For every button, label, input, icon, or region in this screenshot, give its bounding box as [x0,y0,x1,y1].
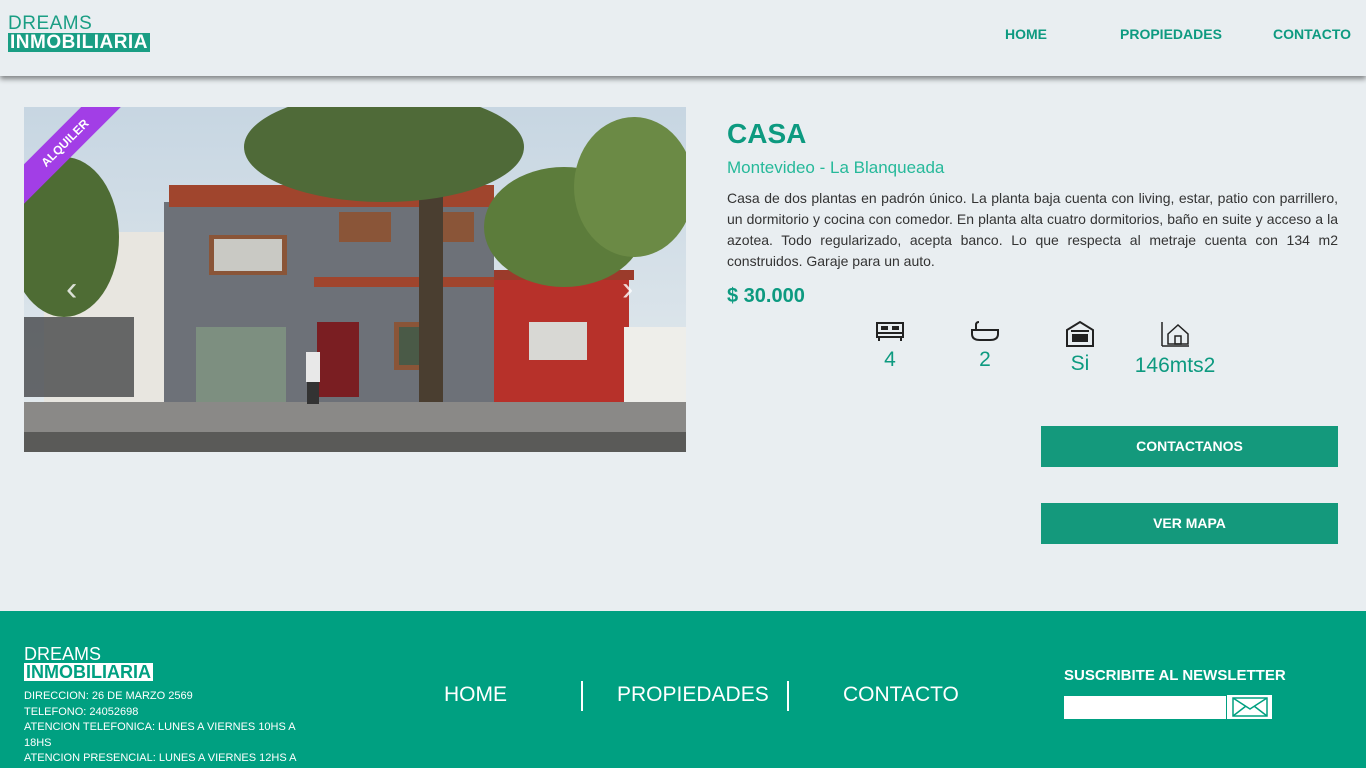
nav-contacto[interactable]: CONTACTO [1273,26,1351,42]
contact-button[interactable]: CONTACTANOS [1041,426,1338,467]
footer-phone: TELEFONO: 24052698 [24,705,139,718]
footer-nav-contacto[interactable]: CONTACTO [843,683,959,707]
newsletter-email-input[interactable] [1064,696,1226,719]
house-area-icon [1161,322,1189,347]
footer-logo-dreams: DREAMS [24,644,102,664]
property-description: Casa de dos plantas en padrón único. La … [727,190,1338,269]
footer-nav-divider [581,681,583,711]
footer-nav-divider [787,681,789,711]
site-header: DREAMS INMOBILIARIA HOME PROPIEDADES CON… [0,0,1366,76]
feature-bathrooms: 2 [940,320,1030,372]
feature-area: 146mts2 [1130,320,1220,378]
footer-phone-hours: ATENCION TELEFONICA: LUNES A VIERNES 10H… [24,721,296,749]
footer-contact-info: DIRECCION: 26 DE MARZO 2569 TELEFONO: 24… [24,689,304,767]
carousel-prev-icon[interactable]: ‹ [66,272,77,306]
newsletter-title: SUSCRIBITE AL NEWSLETTER [1064,667,1286,684]
footer-nav-propiedades[interactable]: PROPIEDADES [617,683,769,707]
property-image-carousel[interactable]: ALQUILER ‹ › [24,107,686,452]
carousel-next-icon[interactable]: › [622,272,633,306]
logo-text-dreams: DREAMS [8,13,93,34]
bathtub-icon [971,321,999,341]
footer-nav-home[interactable]: HOME [444,683,507,707]
footer-logo-inmobiliaria: INMOBILIARIA [24,662,153,682]
bathrooms-value: 2 [979,348,991,371]
garage-icon [1066,320,1094,347]
site-logo[interactable]: DREAMS INMOBILIARIA [8,14,150,53]
bed-icon [876,322,904,341]
garage-value: Si [1070,352,1090,375]
newsletter-submit-button[interactable] [1227,695,1272,719]
property-photo [24,107,686,452]
nav-home[interactable]: HOME [1005,26,1047,42]
nav-propiedades[interactable]: PROPIEDADES [1120,26,1222,42]
footer-address: DIRECCION: 26 DE MARZO 2569 [24,690,193,702]
footer-logo[interactable]: DREAMS INMOBILIARIA [24,645,153,683]
logo-text-inmobiliaria: INMOBILIARIA [8,32,150,53]
area-value: 146mts2 [1134,354,1216,377]
bedrooms-value: 4 [884,348,896,371]
feature-garage: Si [1035,320,1125,376]
site-footer: DREAMS INMOBILIARIA DIRECCION: 26 DE MAR… [0,611,1366,768]
property-title: CASA [727,118,807,149]
view-map-button[interactable]: VER MAPA [1041,503,1338,544]
envelope-icon [1231,697,1268,717]
footer-office-hours: ATENCION PRESENCIAL: LUNES A VIERNES 12H… [24,752,297,764]
property-price: $ 30.000 [727,285,805,307]
feature-bedrooms: 4 [845,320,935,372]
property-location: Montevideo - La Blanqueada [727,158,945,177]
